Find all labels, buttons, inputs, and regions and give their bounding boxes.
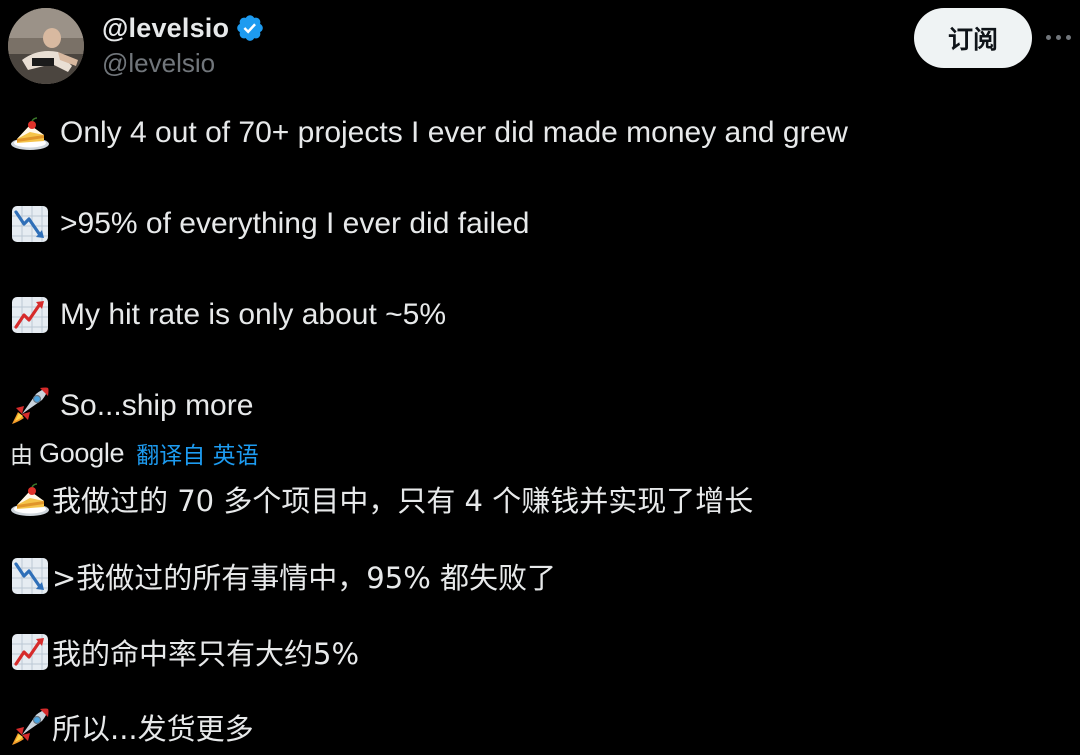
post-line: My hit rate is only about ~5% <box>10 295 446 335</box>
cake-emoji-icon <box>10 113 50 153</box>
translation-by-label: 由 <box>10 443 33 469</box>
author-name-row[interactable]: @levelsio <box>102 10 265 46</box>
chart-increasing-emoji-icon <box>10 295 50 335</box>
translated-line: 所以...发货更多 <box>10 706 254 748</box>
translated-line: >我做过的所有事情中，95% 都失败了 <box>10 555 556 597</box>
translated-line: 我的命中率只有大约5% <box>10 631 359 673</box>
rocket-emoji-icon <box>10 707 50 747</box>
subscribe-button[interactable]: 订阅 <box>914 8 1032 68</box>
translated-line-text: >我做过的所有事情中，95% 都失败了 <box>52 561 556 595</box>
post-line: Only 4 out of 70+ projects I ever did ma… <box>10 113 848 153</box>
rocket-emoji-icon <box>10 386 50 426</box>
more-horizontal-icon <box>1046 34 1051 40</box>
post-line: So...ship more <box>10 386 253 426</box>
translation-provider: Google <box>39 437 125 468</box>
avatar[interactable] <box>8 8 84 84</box>
post-line: >95% of everything I ever did failed <box>10 204 529 244</box>
tweet: @levelsio @levelsio 订阅 Only 4 out of 70+… <box>0 0 1080 755</box>
chart-decreasing-emoji-icon <box>10 556 50 596</box>
post-line-text: Only 4 out of 70+ projects I ever did ma… <box>60 116 848 149</box>
translated-line-text: 我做过的 70 多个项目中，只有 4 个赚钱并实现了增长 <box>52 484 754 518</box>
verified-badge-icon[interactable] <box>235 13 265 43</box>
post-line-text: >95% of everything I ever did failed <box>60 207 530 240</box>
translated-line-text: 所以...发货更多 <box>52 712 254 746</box>
post-line-text: So...ship more <box>60 389 254 422</box>
more-options-button[interactable] <box>1046 22 1080 52</box>
translated-line: 我做过的 70 多个项目中，只有 4 个赚钱并实现了增长 <box>10 478 753 520</box>
author-handle[interactable]: @levelsio <box>102 48 215 79</box>
chart-increasing-emoji-icon <box>10 632 50 672</box>
translated-from-link[interactable]: 翻译自 英语 <box>136 436 258 470</box>
translated-line-text: 我的命中率只有大约5% <box>52 637 360 671</box>
more-horizontal-icon <box>1056 34 1061 40</box>
cake-emoji-icon <box>10 479 50 519</box>
more-horizontal-icon <box>1066 34 1071 40</box>
translation-attribution: 由 Google 翻译自 英语 <box>10 436 259 470</box>
chart-decreasing-emoji-icon <box>10 204 50 244</box>
avatar-photo-icon <box>8 8 84 84</box>
post-line-text: My hit rate is only about ~5% <box>60 298 447 331</box>
author-display-name[interactable]: @levelsio <box>102 13 229 44</box>
